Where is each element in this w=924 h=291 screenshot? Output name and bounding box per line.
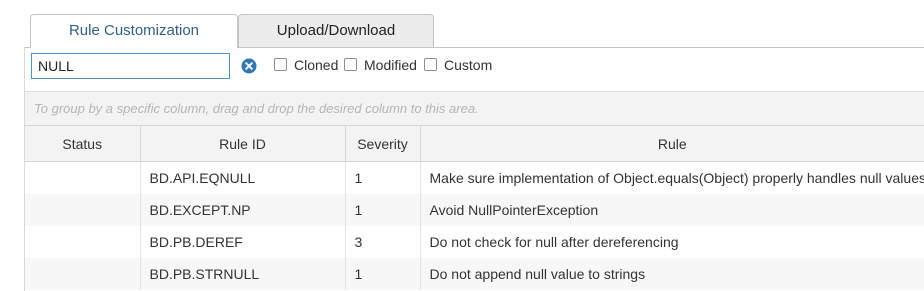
table-row[interactable]: BD.EXCEPT.NP 1 Avoid NullPointerExceptio… [25, 194, 924, 226]
custom-checkbox[interactable] [424, 58, 437, 71]
modified-label[interactable]: Modified [364, 57, 417, 73]
severity-cell: 1 [345, 194, 421, 226]
status-cell [25, 161, 141, 194]
close-circle-icon[interactable] [241, 58, 257, 74]
status-cell [25, 226, 141, 258]
search-input[interactable] [31, 53, 230, 79]
table-row[interactable]: BD.PB.DEREF 3 Do not check for null afte… [25, 226, 924, 258]
column-header-rule-id[interactable]: Rule ID [140, 126, 346, 162]
tab-strip: Rule Customization Upload/Download [30, 14, 924, 48]
rule-id-cell: BD.PB.DEREF [140, 226, 346, 258]
cloned-label[interactable]: Cloned [294, 57, 338, 73]
status-cell [25, 194, 141, 226]
cloned-checkbox[interactable] [274, 58, 287, 71]
rule-cell: Make sure implementation of Object.equal… [429, 170, 924, 186]
column-header-status[interactable]: Status [25, 126, 141, 162]
tab-rule-customization[interactable]: Rule Customization [30, 14, 238, 48]
rule-id-cell: BD.EXCEPT.NP [140, 194, 346, 226]
rule-id-cell: BD.PB.STRNULL [140, 258, 346, 290]
column-header-rule[interactable]: Rule [420, 126, 924, 162]
severity-cell: 1 [345, 161, 421, 194]
column-header-severity[interactable]: Severity [345, 126, 421, 162]
tab-upload-download[interactable]: Upload/Download [238, 14, 434, 47]
rule-cell: Avoid NullPointerException [420, 194, 924, 226]
rule-id-cell: BD.API.EQNULL [140, 161, 346, 194]
rule-cell: Do not append null value to strings [420, 258, 924, 290]
custom-label[interactable]: Custom [444, 57, 492, 73]
filter-bar: Cloned Modified Custom [31, 53, 911, 79]
group-by-drop-area[interactable]: To group by a specific column, drag and … [25, 91, 924, 126]
modified-checkbox[interactable] [344, 58, 357, 71]
status-cell [25, 258, 141, 290]
table-row[interactable]: BD.PB.STRNULL 1 Do not append null value… [25, 258, 924, 290]
severity-cell: 1 [345, 258, 421, 290]
grid-header-row: Status Rule ID Severity Rule [25, 126, 924, 162]
severity-cell: 3 [345, 226, 421, 258]
rule-cell: Do not check for null after dereferencin… [429, 234, 679, 250]
rules-grid: Status Rule ID Severity Rule BD.API.EQNU… [25, 126, 924, 290]
table-row[interactable]: BD.API.EQNULL 1 Make sure implementation… [25, 161, 924, 194]
